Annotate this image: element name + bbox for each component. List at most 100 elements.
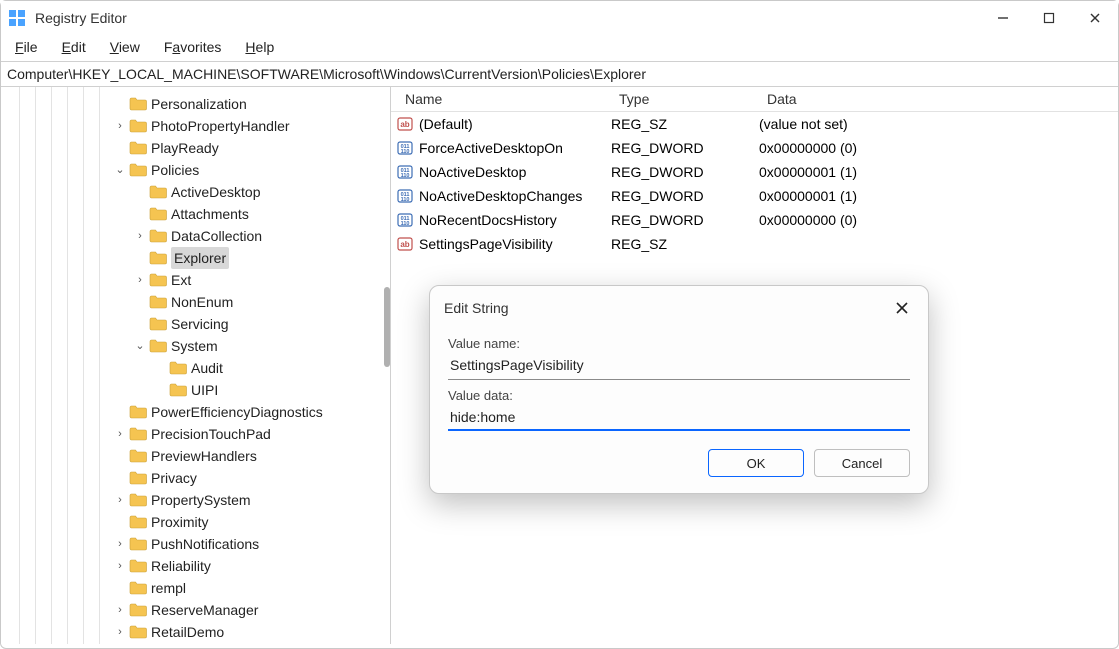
folder-icon: [129, 492, 147, 508]
folder-icon: [129, 118, 147, 134]
value-name: SettingsPageVisibility: [413, 236, 605, 252]
chevron-right-icon[interactable]: ›: [113, 599, 127, 621]
tree-item-label: System: [171, 335, 218, 357]
value-type: REG_DWORD: [605, 164, 753, 180]
string-value-icon: ab: [391, 236, 413, 252]
tree-scrollbar[interactable]: [384, 287, 390, 367]
tree-item-label: Policies: [151, 159, 199, 181]
tree-item[interactable]: ›Ext: [1, 269, 390, 291]
folder-icon: [129, 558, 147, 574]
folder-icon: [149, 184, 167, 200]
folder-icon: [129, 624, 147, 640]
menu-edit[interactable]: EditEdit: [52, 37, 96, 57]
tree-item[interactable]: ›PhotoPropertyHandler: [1, 115, 390, 137]
tree-item[interactable]: PlayReady: [1, 137, 390, 159]
folder-icon: [149, 272, 167, 288]
tree-item[interactable]: › DataCollection: [1, 225, 390, 247]
tree-item[interactable]: PowerEfficiencyDiagnostics: [1, 401, 390, 423]
tree-item[interactable]: › PushNotifications: [1, 533, 390, 555]
tree-item[interactable]: NonEnum: [1, 291, 390, 313]
menu-favorites[interactable]: FavoritesFavorites: [154, 37, 232, 57]
value-data: 0x00000001 (1): [753, 164, 1118, 180]
menu-view[interactable]: ViewView: [100, 37, 150, 57]
svg-text:110: 110: [401, 197, 410, 203]
value-row[interactable]: 011110NoRecentDocsHistoryREG_DWORD0x0000…: [391, 208, 1118, 232]
col-header-data[interactable]: Data: [757, 91, 1118, 107]
value-type: REG_SZ: [605, 236, 753, 252]
tree-item[interactable]: Audit: [1, 357, 390, 379]
value-row[interactable]: 011110ForceActiveDesktopOnREG_DWORD0x000…: [391, 136, 1118, 160]
chevron-down-icon[interactable]: ⌄: [113, 159, 127, 181]
tree-item[interactable]: › PrecisionTouchPad: [1, 423, 390, 445]
value-name: NoActiveDesktop: [413, 164, 605, 180]
window-title: Registry Editor: [35, 10, 980, 26]
svg-text:110: 110: [401, 173, 410, 179]
title-bar: Registry Editor: [1, 1, 1118, 35]
value-data-input[interactable]: [448, 405, 910, 431]
tree-item-label: PushNotifications: [151, 533, 259, 555]
folder-icon: [129, 96, 147, 112]
ok-button[interactable]: OK: [708, 449, 804, 477]
chevron-right-icon[interactable]: ›: [113, 423, 127, 445]
value-data-label: Value data:: [448, 388, 910, 403]
folder-icon: [129, 514, 147, 530]
col-header-type[interactable]: Type: [609, 91, 757, 107]
folder-icon: [149, 250, 167, 266]
tree-item-label: PrecisionTouchPad: [151, 423, 271, 445]
tree-pane: Personalization›PhotoPropertyHandlerPlay…: [1, 87, 391, 644]
col-header-name[interactable]: Name: [391, 91, 609, 107]
tree-item[interactable]: ›RetailDemo: [1, 621, 390, 643]
tree-item-label: Privacy: [151, 467, 197, 489]
chevron-right-icon[interactable]: ›: [133, 225, 147, 247]
tree-item[interactable]: Servicing: [1, 313, 390, 335]
folder-icon: [129, 404, 147, 420]
tree-item-label: Proximity: [151, 511, 209, 533]
folder-icon: [129, 580, 147, 596]
tree-item[interactable]: Attachments: [1, 203, 390, 225]
tree-item[interactable]: ⌄ System: [1, 335, 390, 357]
value-name: NoRecentDocsHistory: [413, 212, 605, 228]
chevron-right-icon[interactable]: ›: [113, 115, 127, 137]
tree-item[interactable]: ActiveDesktop: [1, 181, 390, 203]
value-row[interactable]: 011110NoActiveDesktopChangesREG_DWORD0x0…: [391, 184, 1118, 208]
tree-item-label: DataCollection: [171, 225, 262, 247]
value-row[interactable]: 011110NoActiveDesktopREG_DWORD0x00000001…: [391, 160, 1118, 184]
tree-item-label: PropertySystem: [151, 489, 251, 511]
value-row[interactable]: ab(Default)REG_SZ(value not set): [391, 112, 1118, 136]
close-button[interactable]: [1072, 1, 1118, 35]
tree-item[interactable]: UIPI: [1, 379, 390, 401]
dialog-close-button[interactable]: [890, 296, 914, 320]
tree-item[interactable]: rempl: [1, 577, 390, 599]
cancel-button[interactable]: Cancel: [814, 449, 910, 477]
tree-item[interactable]: Privacy: [1, 467, 390, 489]
chevron-right-icon[interactable]: ›: [113, 621, 127, 643]
tree-item-label: Servicing: [171, 313, 229, 335]
value-row[interactable]: ab SettingsPageVisibilityREG_SZ: [391, 232, 1118, 256]
svg-text:ab: ab: [400, 240, 409, 249]
tree-item-label: NonEnum: [171, 291, 233, 313]
tree-item[interactable]: PreviewHandlers: [1, 445, 390, 467]
registry-tree[interactable]: Personalization›PhotoPropertyHandlerPlay…: [1, 87, 390, 644]
tree-item-label: PlayReady: [151, 137, 219, 159]
tree-item[interactable]: ›ReserveManager: [1, 599, 390, 621]
chevron-right-icon[interactable]: ›: [113, 533, 127, 555]
chevron-right-icon[interactable]: ›: [113, 555, 127, 577]
tree-item[interactable]: Proximity: [1, 511, 390, 533]
tree-item-label: PreviewHandlers: [151, 445, 257, 467]
tree-item[interactable]: › PropertySystem: [1, 489, 390, 511]
menu-help[interactable]: HelpHelp: [235, 37, 284, 57]
chevron-down-icon[interactable]: ⌄: [133, 335, 147, 357]
tree-item-label: PowerEfficiencyDiagnostics: [151, 401, 323, 423]
maximize-button[interactable]: [1026, 1, 1072, 35]
tree-item[interactable]: ›Reliability: [1, 555, 390, 577]
chevron-right-icon[interactable]: ›: [133, 269, 147, 291]
tree-item[interactable]: ⌄ Policies: [1, 159, 390, 181]
tree-item[interactable]: Personalization: [1, 93, 390, 115]
minimize-button[interactable]: [980, 1, 1026, 35]
chevron-right-icon[interactable]: ›: [113, 489, 127, 511]
dword-value-icon: 011110: [391, 164, 413, 180]
address-bar[interactable]: Computer\HKEY_LOCAL_MACHINE\SOFTWARE\Mic…: [1, 61, 1118, 87]
menu-file[interactable]: FFileile: [5, 37, 48, 57]
tree-item[interactable]: Explorer: [1, 247, 390, 269]
folder-icon: [129, 162, 147, 178]
